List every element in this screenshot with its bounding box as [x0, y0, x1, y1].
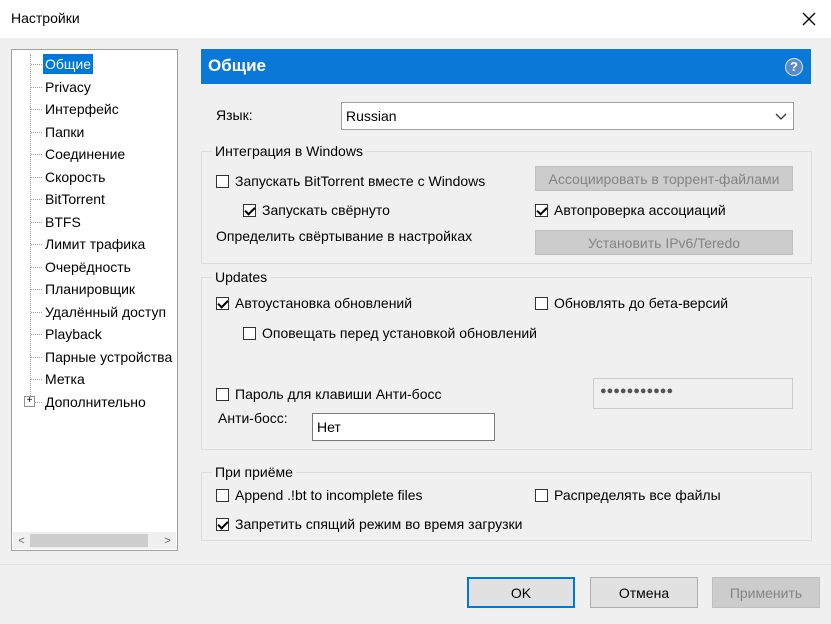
- tree-connector: [31, 199, 42, 200]
- checkbox-box: [216, 517, 229, 531]
- tree-item[interactable]: Удалённый доступ: [43, 302, 168, 322]
- checkbox-label: Запускать свёрнуто: [262, 202, 390, 218]
- updates-title: Updates: [212, 269, 271, 285]
- checkbox-label: Автоустановка обновлений: [235, 295, 413, 311]
- boss-key-field[interactable]: Нет: [312, 413, 495, 441]
- checkbox-label: Оповещать перед установкой обновлений: [262, 325, 537, 341]
- tree-item[interactable]: Playback: [43, 324, 104, 344]
- chevron-down-icon: [775, 113, 787, 120]
- checkbox-box: [216, 174, 229, 188]
- tree-connector: [31, 289, 42, 290]
- tree-connector: [31, 311, 42, 313]
- language-value: Russian: [346, 108, 397, 124]
- tree-item[interactable]: Дополнительно: [43, 392, 148, 412]
- tree-item[interactable]: Privacy: [43, 77, 93, 97]
- checkbox-box: [243, 203, 256, 217]
- associate-torrents-button[interactable]: Ассоциировать в торрент-файлами: [535, 166, 793, 191]
- window-title: Настройки: [11, 10, 80, 26]
- dialog-footer: [0, 564, 831, 624]
- settings-tree[interactable]: Общие Privacy Интерфейс Папки Соединение Скор…: [11, 49, 178, 551]
- checkbox-box: [243, 326, 256, 340]
- tree-connector: [31, 109, 42, 110]
- checkbox-label: Автопроверка ассоциаций: [554, 202, 726, 218]
- tree-item[interactable]: Папки: [43, 122, 86, 142]
- tree-connector: [31, 379, 42, 380]
- tree-item[interactable]: Метка: [43, 369, 87, 389]
- tree-connector: [31, 131, 42, 133]
- boss-password-field[interactable]: ●●●●●●●●●●●: [593, 378, 793, 409]
- start-minimized-checkbox[interactable]: Запускать свёрнуто: [243, 202, 390, 218]
- tree-connector: [31, 64, 42, 65]
- section-header: Общие ?: [201, 49, 811, 84]
- append-lbt-checkbox[interactable]: Append .!bt to incomplete files: [216, 487, 423, 503]
- boss-key-password-checkbox[interactable]: Пароль для клавиши Анти-босс: [216, 386, 441, 402]
- notify-before-update-checkbox[interactable]: Оповещать перед установкой обновлений: [243, 325, 537, 341]
- boss-key-value: Нет: [317, 419, 341, 435]
- close-button[interactable]: [794, 4, 824, 34]
- title-bar: Настройки: [0, 0, 831, 38]
- tree-connector: [31, 244, 42, 245]
- checkbox-box: [535, 203, 548, 217]
- scroll-thumb[interactable]: [30, 534, 148, 547]
- tree-item[interactable]: Соединение: [43, 144, 127, 164]
- start-with-windows-checkbox[interactable]: Запускать BitTorrent вместе с Windows: [216, 173, 485, 189]
- tree-connector: [31, 356, 42, 358]
- expand-icon[interactable]: +: [24, 396, 35, 407]
- apply-button[interactable]: Применить: [712, 577, 820, 608]
- horizontal-scrollbar[interactable]: < >: [13, 532, 176, 549]
- checkbox-label: Пароль для клавиши Анти-босс: [235, 386, 442, 402]
- checkbox-label: Распределять все файлы: [554, 487, 721, 503]
- tree-connector: [31, 334, 42, 335]
- checkbox-box: [216, 296, 229, 310]
- checkbox-box: [535, 488, 548, 502]
- beta-updates-checkbox[interactable]: Обновлять до бета-версий: [535, 295, 728, 311]
- checkbox-label: Запретить спящий режим во время загрузки: [235, 516, 523, 532]
- tree-item[interactable]: Лимит трафика: [43, 234, 147, 254]
- tree-item[interactable]: BTFS: [43, 212, 83, 232]
- checkbox-label: Обновлять до бета-версий: [554, 295, 729, 311]
- tree-item[interactable]: Очерёдность: [43, 257, 133, 277]
- tree-line: [30, 54, 31, 400]
- checkbox-box: [216, 488, 229, 502]
- tree-item[interactable]: BitTorrent: [43, 189, 107, 209]
- tree-item[interactable]: Парные устройства: [43, 347, 174, 367]
- language-select[interactable]: Russian: [341, 102, 794, 130]
- tree-item[interactable]: Скорость: [43, 167, 107, 187]
- scroll-left-icon[interactable]: <: [13, 532, 30, 549]
- boss-key-label: Анти-босс:: [218, 410, 288, 426]
- scroll-right-icon[interactable]: >: [159, 532, 176, 549]
- checkbox-box: [216, 387, 229, 401]
- close-icon: [802, 12, 816, 26]
- distribute-files-checkbox[interactable]: Распределять все файлы: [535, 487, 721, 503]
- tree-connector: [31, 154, 42, 155]
- checkbox-box: [535, 296, 548, 310]
- section-title: Общие: [208, 56, 266, 75]
- on-receive-title: При приёме: [212, 464, 296, 480]
- checkbox-label: Запускать BitTorrent вместе с Windows: [235, 173, 486, 189]
- tree-connector: [31, 266, 42, 268]
- cancel-button[interactable]: Отмена: [590, 577, 698, 608]
- minimize-note: Определить свёртывание в настройках: [216, 228, 473, 244]
- tree-connector: [31, 221, 42, 223]
- prevent-sleep-checkbox[interactable]: Запретить спящий режим во время загрузки: [216, 516, 522, 532]
- ipv6-teredo-button[interactable]: Установить IPv6/Teredo: [535, 230, 793, 255]
- auto-install-updates-checkbox[interactable]: Автоустановка обновлений: [216, 295, 412, 311]
- windows-integration-title: Интеграция в Windows: [212, 143, 366, 159]
- checkbox-label: Append .!bt to incomplete files: [235, 487, 423, 503]
- tree-item[interactable]: Общие: [43, 54, 94, 74]
- language-label: Язык:: [216, 107, 253, 123]
- auto-check-associations-checkbox[interactable]: Автопроверка ассоциаций: [535, 202, 726, 218]
- tree-connector: [31, 86, 42, 88]
- tree-item[interactable]: Планировщик: [43, 279, 137, 299]
- tree-connector: [31, 176, 42, 178]
- ok-button[interactable]: OK: [467, 577, 575, 608]
- password-dots: ●●●●●●●●●●●: [600, 385, 674, 397]
- help-icon[interactable]: ?: [785, 58, 803, 76]
- tree-item[interactable]: Интерфейс: [43, 99, 121, 119]
